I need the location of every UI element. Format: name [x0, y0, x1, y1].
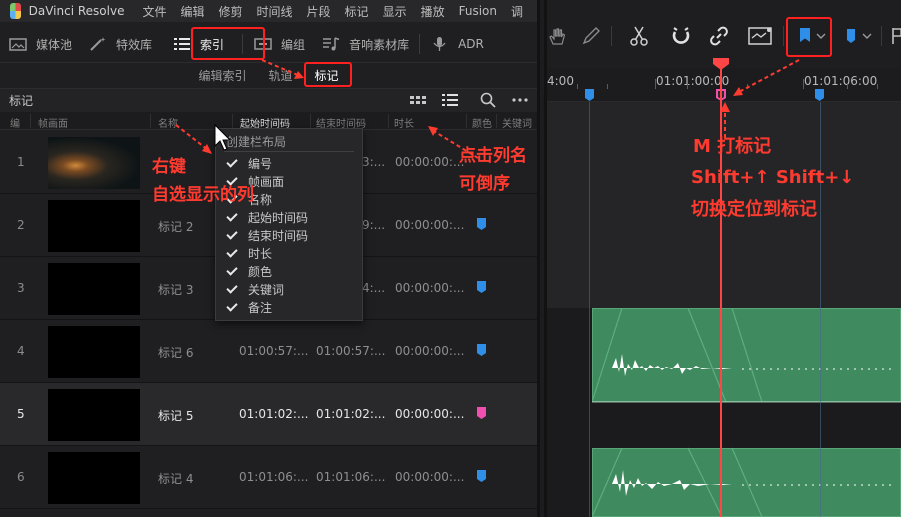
timeline-panel: 4:00 01:01:00:00 01:01:06:00 M 打标记 Shift…	[547, 0, 901, 517]
annotation-choose-columns: 自选显示的列	[152, 185, 254, 205]
annotation-jump-marker: 切换定位到标记	[691, 199, 817, 220]
annotation-m-marker: M 打标记	[693, 136, 772, 157]
annotation-arrows	[720, 59, 800, 138]
annotation-reverse-sort: 可倒序	[459, 174, 510, 194]
annotation-shift-keys: Shift+↑ Shift+↓	[691, 167, 855, 188]
annotation-click-column: 点击列名	[459, 146, 527, 166]
annotation-arrows	[175, 59, 479, 159]
annotation-right-click: 右键	[152, 157, 186, 177]
panel-divider[interactable]	[537, 0, 547, 517]
marker-index-panel: DaVinci Resolve 文件 编辑 修剪 时间线 片段 标记 显示 播放…	[0, 0, 537, 517]
